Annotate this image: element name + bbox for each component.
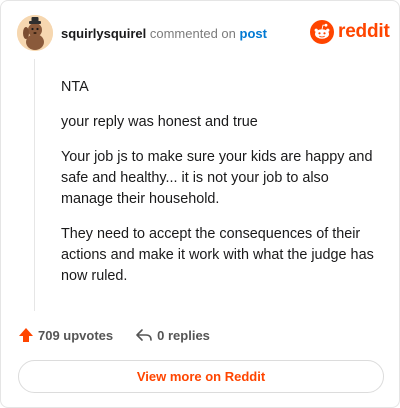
commented-on-text: commented on bbox=[149, 26, 236, 41]
comment-card: squirlysquirel commented on post reddit … bbox=[0, 0, 400, 408]
comment-body: NTA your reply was honest and true Your … bbox=[61, 77, 381, 301]
avatar-squirrel-icon bbox=[17, 15, 53, 51]
reddit-snoo-icon bbox=[310, 20, 334, 44]
reddit-logo[interactable]: reddit bbox=[310, 20, 390, 44]
reply-arrow-icon bbox=[136, 329, 152, 341]
upvote-arrow-icon bbox=[19, 328, 33, 342]
upvote-button[interactable]: 709 upvotes bbox=[18, 327, 113, 343]
post-link[interactable]: post bbox=[240, 26, 267, 41]
comment-header: squirlysquirel commented on post bbox=[61, 26, 267, 41]
reply-button[interactable]: 0 replies bbox=[135, 327, 210, 343]
comment-paragraph: NTA bbox=[61, 79, 89, 95]
comment-paragraph: your reply was honest and true bbox=[61, 114, 258, 130]
avatar[interactable] bbox=[17, 15, 53, 51]
username-link[interactable]: squirlysquirel bbox=[61, 26, 146, 41]
comment-paragraph: Your job js to make sure your kids are h… bbox=[61, 149, 373, 207]
view-more-button[interactable]: View more on Reddit bbox=[18, 360, 384, 393]
reddit-wordmark: reddit bbox=[338, 21, 390, 42]
comment-actions: 709 upvotes 0 replies bbox=[18, 327, 210, 343]
comment-paragraph: They need to accept the consequences of … bbox=[61, 226, 374, 284]
thread-line[interactable] bbox=[34, 59, 35, 311]
reply-count: 0 replies bbox=[157, 327, 210, 343]
upvote-count: 709 upvotes bbox=[38, 327, 114, 343]
